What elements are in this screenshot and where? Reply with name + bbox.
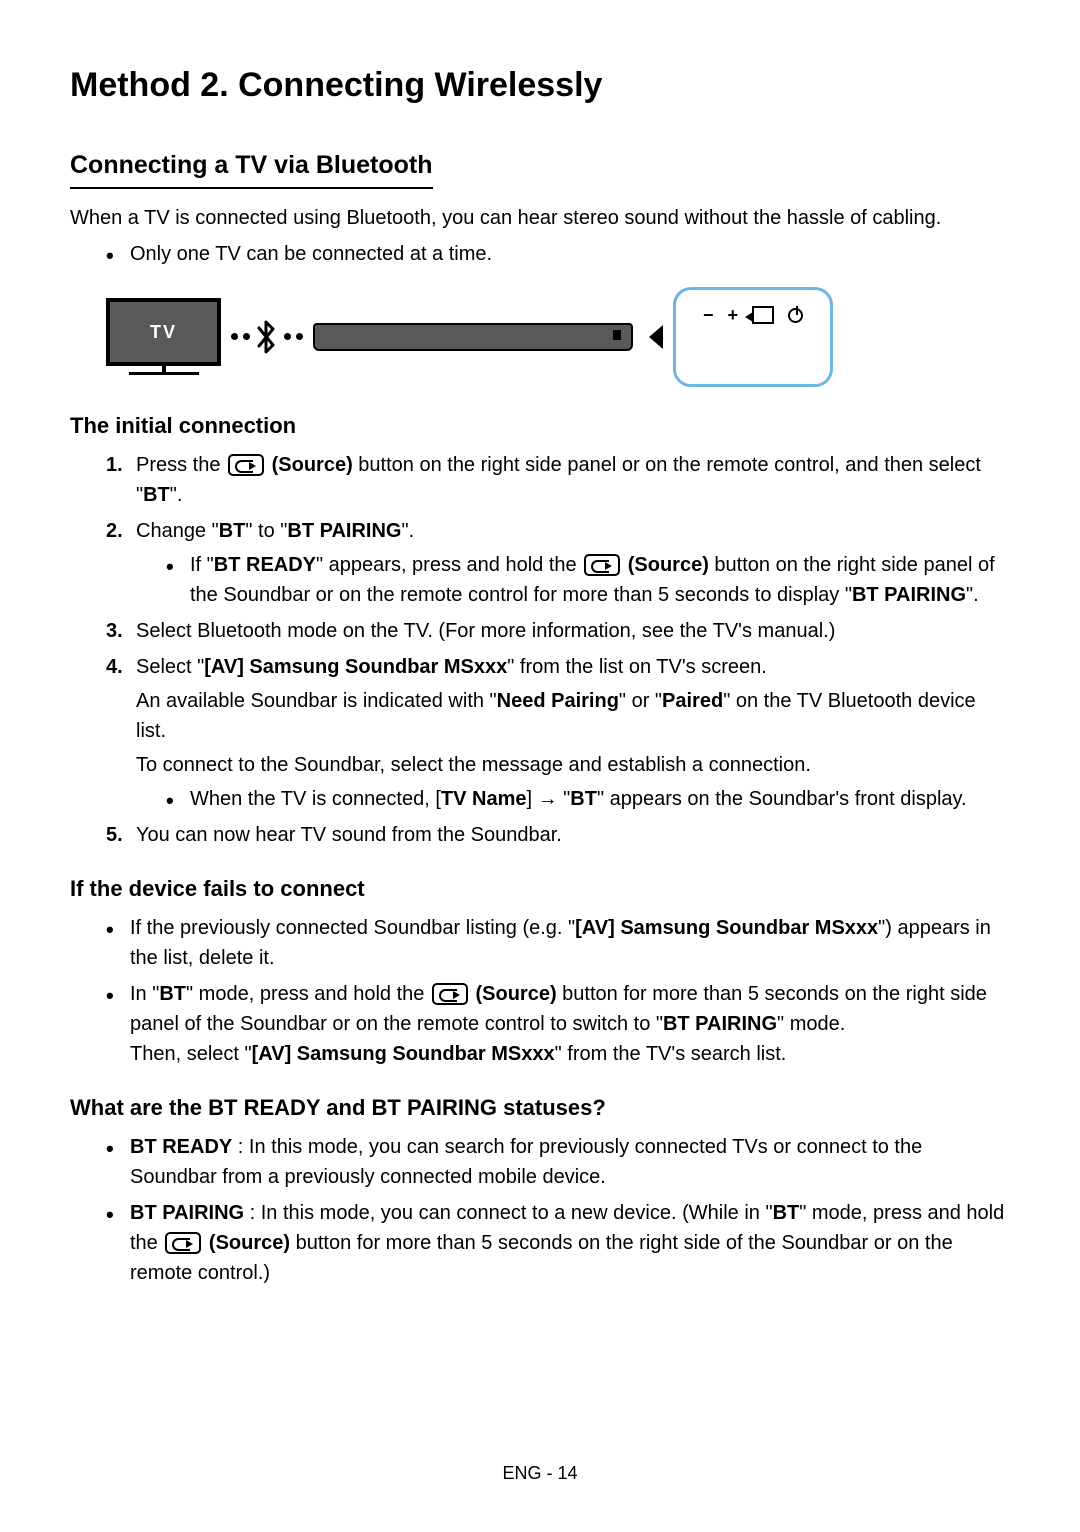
intro-text: When a TV is connected using Bluetooth, … (70, 203, 1010, 233)
text: ". (170, 484, 183, 506)
text: [AV] Samsung Soundbar MSxxx (252, 1043, 555, 1065)
step-2: Change "BT" to "BT PAIRING". If "BT READ… (106, 516, 1010, 610)
power-icon (788, 308, 803, 323)
text: BT (570, 788, 597, 810)
connector-arrow (649, 325, 663, 349)
text: : In this mode, you can connect to a new… (244, 1202, 772, 1224)
text: (Source) (266, 454, 353, 476)
text: " mode. (777, 1013, 845, 1035)
fail-bullet-2: In "BT" mode, press and hold the (Source… (106, 979, 1010, 1069)
text: BT (143, 484, 170, 506)
text: If " (190, 554, 214, 576)
source-icon (584, 554, 620, 576)
bluetooth-icon (256, 320, 278, 354)
text: BT (219, 520, 246, 542)
text: (Source) (622, 554, 709, 576)
text: (Source) (470, 983, 557, 1005)
soundbar-illustration (313, 323, 633, 351)
page-footer: ENG - 14 (0, 1460, 1080, 1487)
text: Select " (136, 656, 204, 678)
step-4: Select "[AV] Samsung Soundbar MSxxx" fro… (106, 652, 1010, 814)
volume-plus-icon: + (728, 302, 739, 329)
source-icon (752, 306, 774, 324)
source-icon (165, 1232, 201, 1254)
text: BT PAIRING (663, 1013, 777, 1035)
text: In " (130, 983, 159, 1005)
status-bullets: BT READY : In this mode, you can search … (70, 1132, 1010, 1288)
fail-bullets: If the previously connected Soundbar lis… (70, 913, 1010, 1069)
subheading-statuses: What are the BT READY and BT PAIRING sta… (70, 1091, 1010, 1124)
step-4-sub: When the TV is connected, [TV Name] → "B… (166, 784, 1010, 814)
text: " from the TV's search list. (555, 1043, 787, 1065)
bluetooth-signal (231, 320, 303, 354)
text: ". (966, 584, 979, 606)
text: BT (159, 983, 186, 1005)
text: BT PAIRING (852, 584, 966, 606)
text: BT (773, 1202, 800, 1224)
text: " from the list on TV's screen. (507, 656, 767, 678)
text: If the previously connected Soundbar lis… (130, 917, 575, 939)
status-bt-pairing: BT PAIRING : In this mode, you can conne… (106, 1198, 1010, 1288)
section-heading-bluetooth: Connecting a TV via Bluetooth (70, 147, 433, 189)
step-2-sub: If "BT READY" appears, press and hold th… (166, 550, 1010, 610)
tv-illustration: TV (106, 298, 221, 375)
text: An available Soundbar is indicated with … (136, 690, 497, 712)
text: (Source) (203, 1232, 290, 1254)
text: When the TV is connected, [ (190, 788, 441, 810)
intro-bullet: Only one TV can be connected at a time. (106, 239, 1010, 269)
text: ] → " (526, 788, 570, 810)
text: Press the (136, 454, 226, 476)
step-5: You can now hear TV sound from the Sound… (106, 820, 1010, 850)
fail-bullet-1: If the previously connected Soundbar lis… (106, 913, 1010, 973)
initial-connection-steps: Press the (Source) button on the right s… (70, 450, 1010, 850)
text: " to " (245, 520, 287, 542)
text: [AV] Samsung Soundbar MSxxx (575, 917, 878, 939)
text: " or " (619, 690, 662, 712)
volume-minus-icon: − (703, 302, 714, 329)
text: To connect to the Soundbar, select the m… (136, 750, 1010, 780)
status-bt-ready: BT READY : In this mode, you can search … (106, 1132, 1010, 1192)
tv-screen: TV (106, 298, 221, 366)
text: ". (401, 520, 414, 542)
side-panel-illustration: − + (673, 287, 833, 387)
page-title: Method 2. Connecting Wirelessly (70, 60, 1010, 111)
text: TV Name (441, 788, 527, 810)
text: " mode, press and hold the (186, 983, 430, 1005)
text: Change " (136, 520, 219, 542)
text: BT PAIRING (287, 520, 401, 542)
tv-stand (129, 372, 199, 375)
text: BT READY (214, 554, 316, 576)
text: " appears, press and hold the (316, 554, 582, 576)
source-icon (432, 983, 468, 1005)
text: " appears on the Soundbar's front displa… (597, 788, 967, 810)
text: BT READY (130, 1136, 232, 1158)
connection-diagram: TV − + (106, 287, 1010, 387)
subheading-fails-to-connect: If the device fails to connect (70, 872, 1010, 905)
text: Then, select " (130, 1043, 252, 1065)
text: Paired (662, 690, 723, 712)
text: BT PAIRING (130, 1202, 244, 1224)
step-1: Press the (Source) button on the right s… (106, 450, 1010, 510)
text: [AV] Samsung Soundbar MSxxx (204, 656, 507, 678)
source-icon (228, 454, 264, 476)
text: Need Pairing (497, 690, 619, 712)
step-3: Select Bluetooth mode on the TV. (For mo… (106, 616, 1010, 646)
text: : In this mode, you can search for previ… (130, 1136, 922, 1188)
subheading-initial-connection: The initial connection (70, 409, 1010, 442)
